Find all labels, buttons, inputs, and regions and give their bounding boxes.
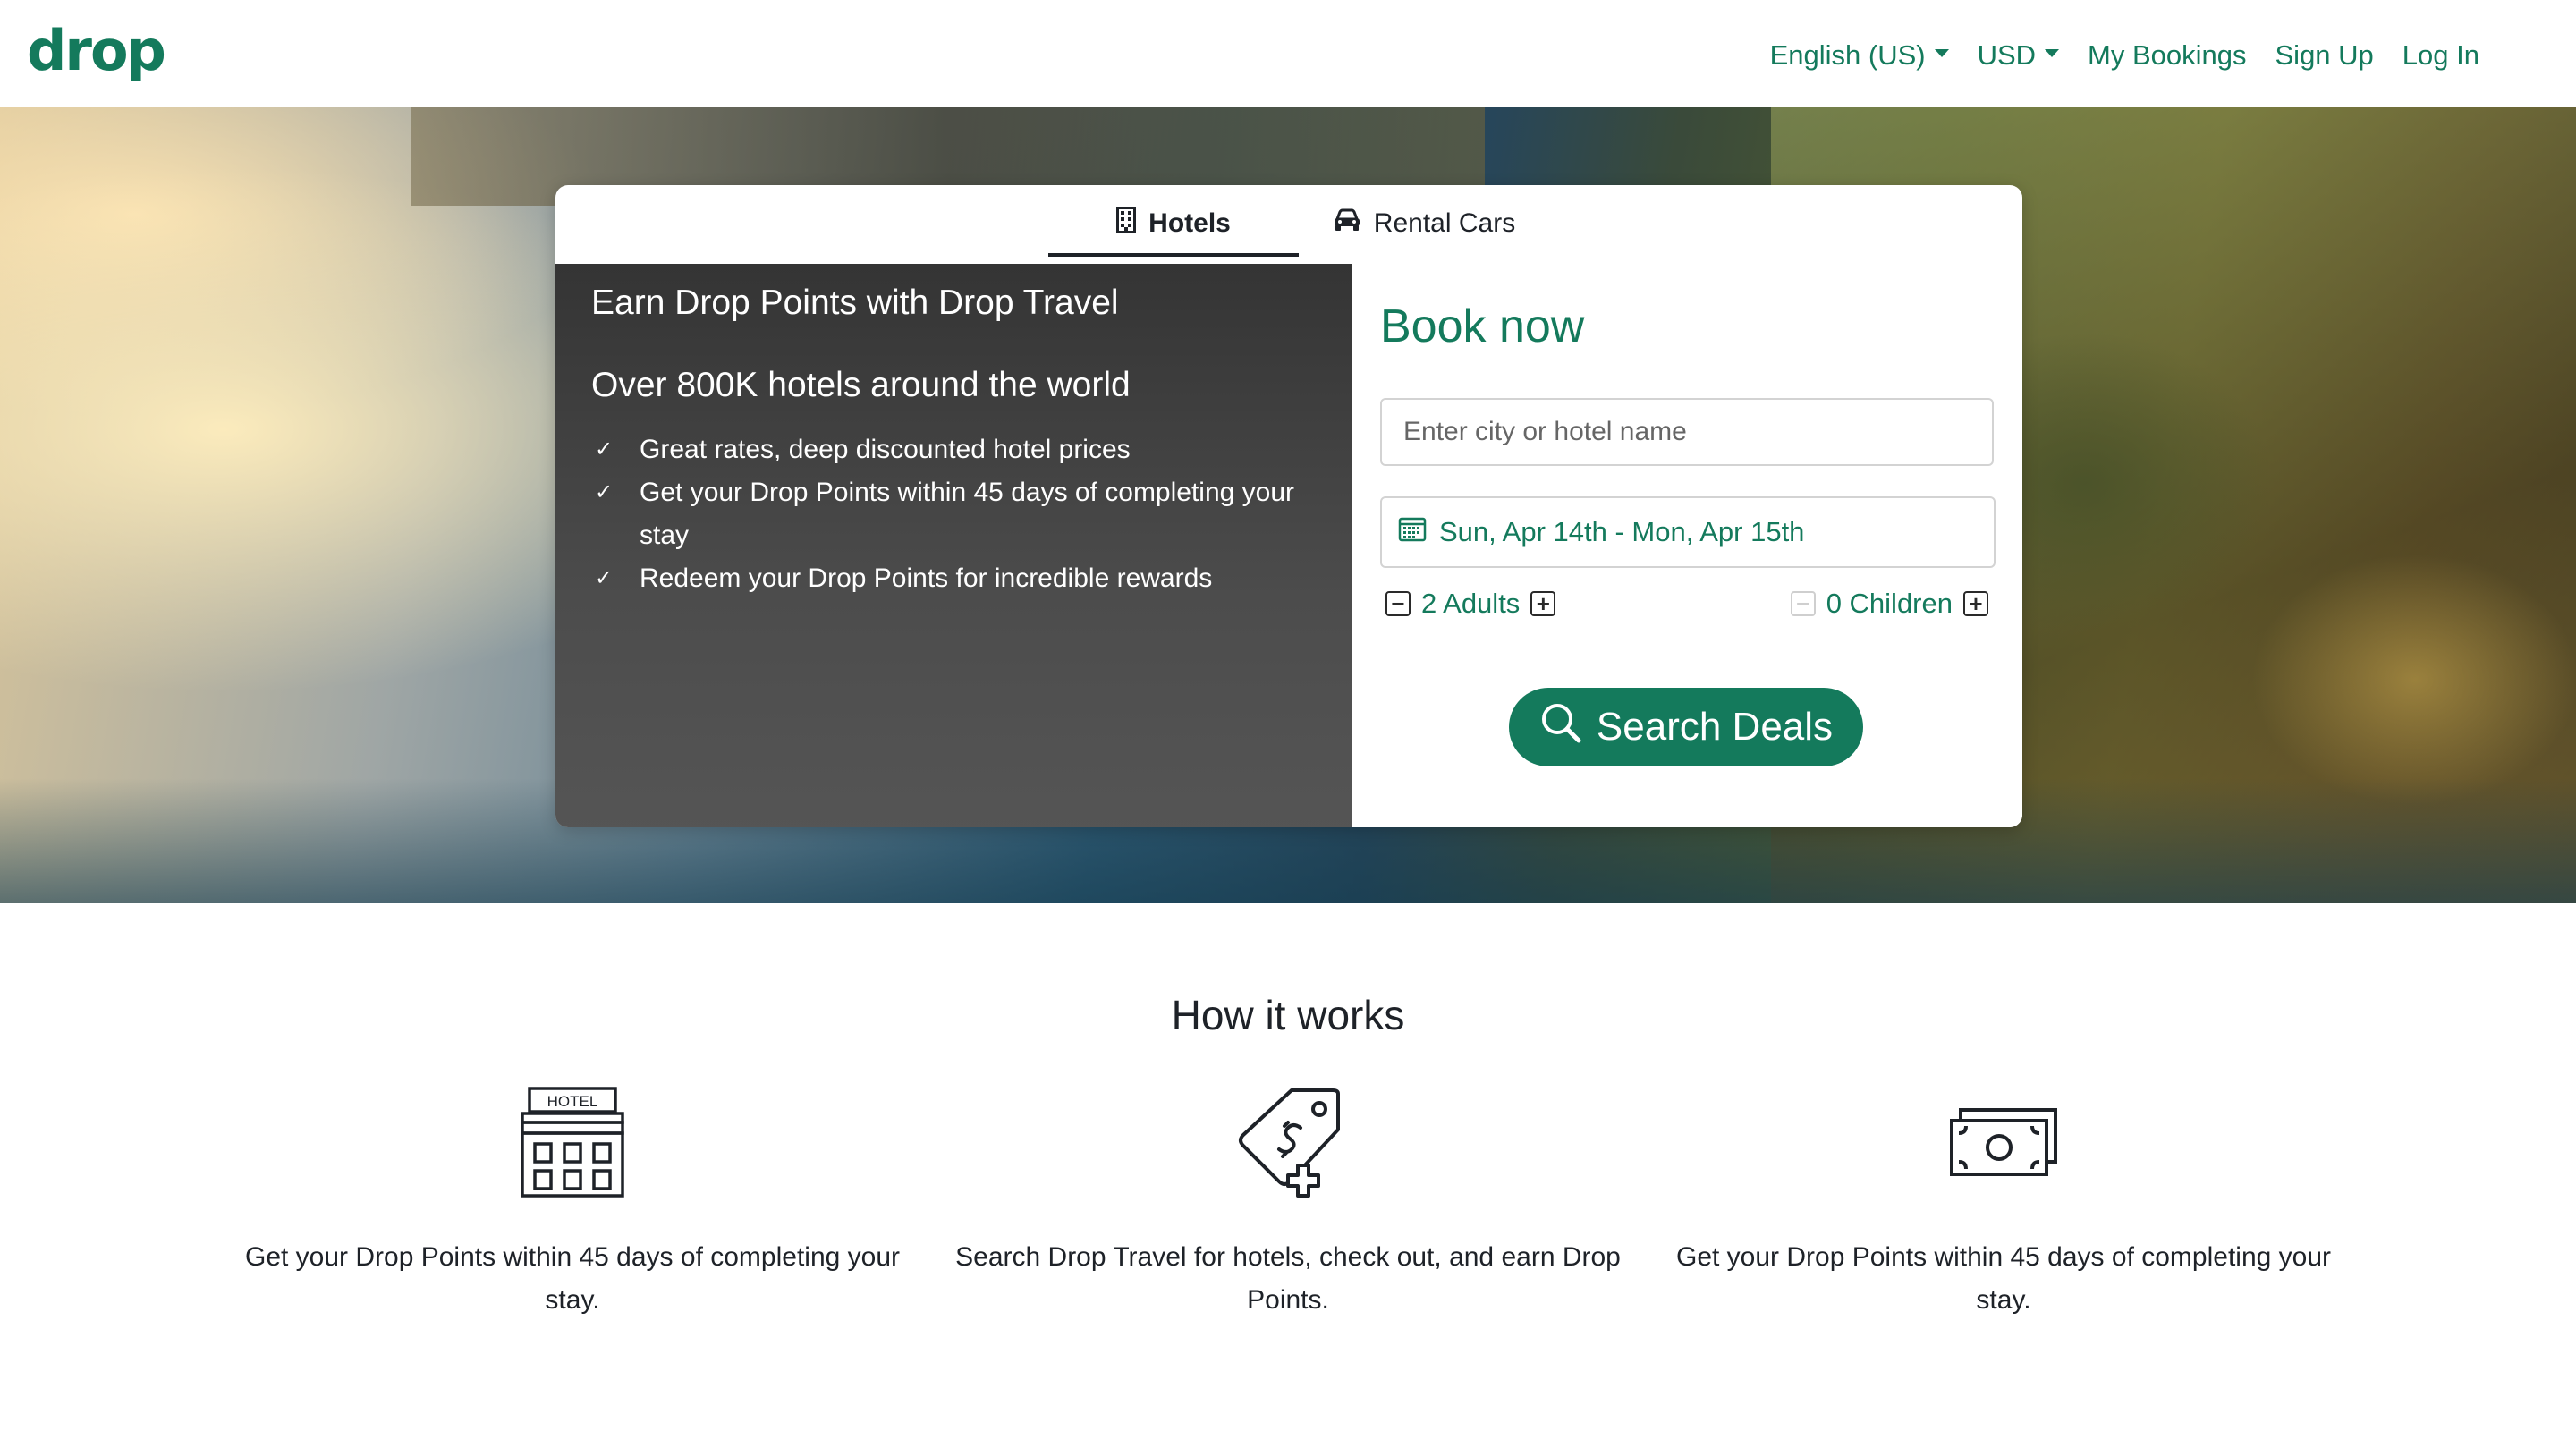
tab-hotels[interactable]: Hotels — [1048, 194, 1299, 257]
hotel-sign-text: HOTEL — [547, 1093, 598, 1110]
children-decrease-button[interactable]: − — [1790, 591, 1816, 616]
list-item: ✓ Get your Drop Points within 45 days of… — [591, 471, 1325, 557]
sign-up-link[interactable]: Sign Up — [2275, 29, 2374, 82]
my-bookings-link[interactable]: My Bookings — [2088, 29, 2246, 82]
benefit-text: Redeem your Drop Points for incredible r… — [640, 563, 1213, 593]
chevron-down-icon — [1934, 48, 1949, 57]
tab-rental-cars-label: Rental Cars — [1373, 208, 1516, 238]
adults-increase-button[interactable]: + — [1530, 591, 1556, 616]
language-dropdown[interactable]: English (US) — [1770, 29, 1949, 82]
check-icon: ✓ — [595, 566, 614, 590]
adults-count: 2 Adults — [1421, 588, 1521, 619]
top-navbar: drop English (US) USD My Bookings Sign U… — [0, 0, 2576, 107]
adults-counter: − 2 Adults + — [1385, 588, 1556, 620]
booking-card: Hotels Rental Cars Earn Drop Points with… — [555, 185, 2022, 827]
check-icon: ✓ — [595, 480, 614, 504]
promo-panel: Earn Drop Points with Drop Travel Over 8… — [555, 264, 1352, 827]
list-item: ✓ Great rates, deep discounted hotel pri… — [591, 428, 1325, 471]
book-now-title: Book now — [1380, 301, 1585, 352]
search-icon — [1539, 701, 1582, 754]
search-deals-button[interactable]: Search Deals — [1509, 688, 1863, 766]
building-icon — [1116, 207, 1137, 241]
promo-subtitle: Over 800K hotels around the world — [591, 366, 1131, 404]
date-range-picker[interactable]: Sun, Apr 14th - Mon, Apr 15th — [1380, 496, 1996, 568]
booking-form: Book now Enter city or hotel name Sun, A… — [1352, 264, 2022, 827]
how-step-text: Get your Drop Points within 45 days of c… — [1675, 1242, 2332, 1315]
benefit-text: Get your Drop Points within 45 days of c… — [640, 478, 1295, 550]
chevron-down-icon — [2045, 48, 2060, 57]
currency-dropdown[interactable]: USD — [1977, 29, 2060, 82]
date-range-text: Sun, Apr 14th - Mon, Apr 15th — [1439, 516, 1805, 547]
how-it-works-title: How it works — [1171, 992, 1405, 1038]
promo-benefits-list: ✓ Great rates, deep discounted hotel pri… — [591, 428, 1325, 600]
language-label: English (US) — [1769, 39, 1926, 71]
car-icon — [1333, 208, 1361, 239]
check-icon: ✓ — [595, 437, 614, 461]
city-hotel-search-input[interactable]: Enter city or hotel name — [1380, 398, 1994, 466]
children-increase-button[interactable]: + — [1963, 591, 1988, 616]
hotel-building-icon: HOTEL — [233, 1084, 912, 1200]
adults-decrease-button[interactable]: − — [1385, 591, 1411, 616]
how-step-text: Search Drop Travel for hotels, check out… — [955, 1242, 1621, 1315]
calendar-icon — [1398, 515, 1427, 549]
search-deals-label: Search Deals — [1596, 705, 1834, 749]
promo-title: Earn Drop Points with Drop Travel — [591, 284, 1119, 322]
currency-label: USD — [1977, 39, 2037, 71]
children-counter: − 0 Children + — [1790, 588, 1988, 620]
nav-links: English (US) USD My Bookings Sign Up Log… — [1770, 29, 2479, 82]
how-step: Search Drop Travel for hotels, check out… — [948, 1084, 1628, 1322]
how-step-text: Get your Drop Points within 45 days of c… — [244, 1242, 901, 1315]
benefit-text: Great rates, deep discounted hotel price… — [640, 435, 1131, 464]
tab-hotels-label: Hotels — [1148, 208, 1231, 238]
log-in-link[interactable]: Log In — [2402, 29, 2479, 82]
price-tag-icon — [948, 1084, 1628, 1200]
tab-rental-cars[interactable]: Rental Cars — [1299, 194, 1549, 253]
children-count: 0 Children — [1826, 588, 1953, 619]
how-step: Get your Drop Points within 45 days of c… — [1664, 1084, 2343, 1322]
booking-tabs: Hotels Rental Cars — [555, 185, 2022, 264]
cash-bill-icon — [1664, 1084, 2343, 1200]
how-step: HOTEL Get your Drop Points within 45 day… — [233, 1084, 912, 1322]
list-item: ✓ Redeem your Drop Points for incredible… — [591, 557, 1325, 600]
drop-logo[interactable]: drop — [27, 20, 166, 82]
